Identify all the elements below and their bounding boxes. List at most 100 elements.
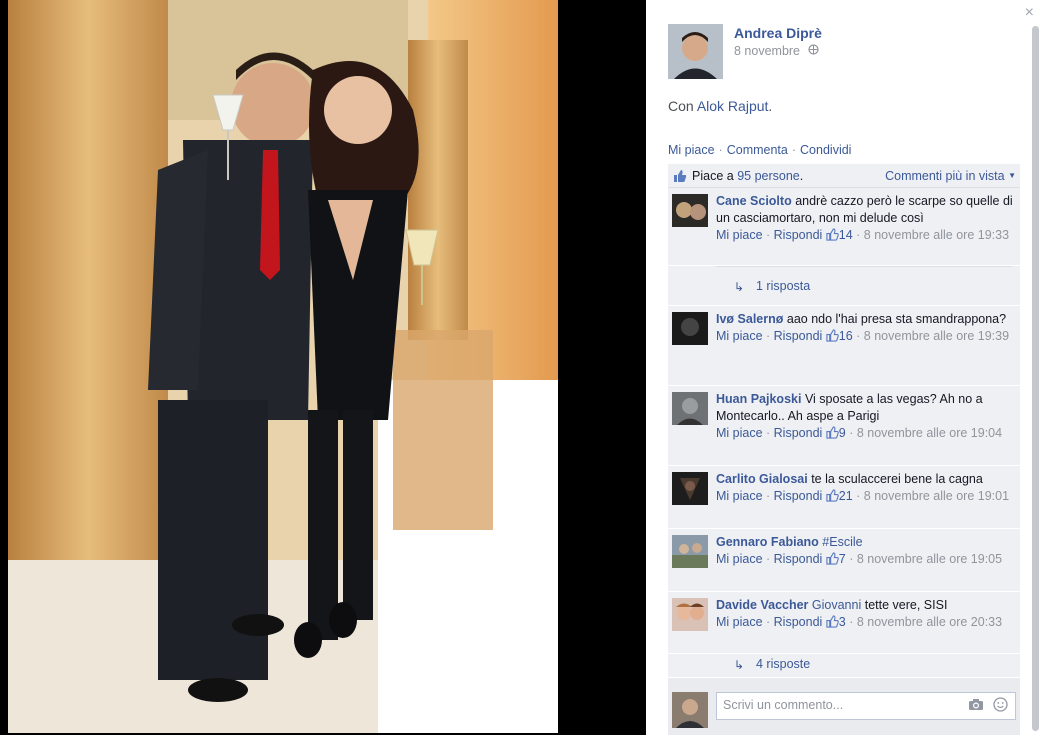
comment-date[interactable]: 8 novembre alle ore 19:04 — [857, 426, 1002, 440]
comment-reply-link[interactable]: Rispondi — [774, 552, 823, 566]
thumbs-up-icon — [826, 329, 839, 347]
commenter-avatar[interactable] — [672, 598, 708, 631]
comment-item: Ivø Salernø aao ndo l'hai presa sta sman… — [668, 306, 1020, 386]
comment-meta: Mi piace · Rispondi 21 · 8 novembre alle… — [716, 488, 1014, 507]
comment-reply-link[interactable]: Rispondi — [774, 228, 823, 242]
comment-like-link[interactable]: Mi piace — [716, 426, 763, 440]
commenter-name[interactable]: Carlito Gialosai — [716, 472, 808, 486]
scrollbar[interactable] — [1032, 26, 1039, 731]
comment-text: te la sculaccerei bene la cagna — [811, 472, 983, 486]
photo-stage — [0, 0, 646, 735]
reply-arrow-icon: ↳ — [734, 658, 745, 672]
thumbs-up-icon — [673, 169, 687, 186]
tagged-with: Con Alok Rajput. — [668, 98, 772, 114]
comment-meta: Mi piace · Rispondi 14 · 8 novembre alle… — [716, 227, 1014, 246]
comment-like-link[interactable]: Mi piace — [716, 329, 763, 343]
likes-suffix: . — [799, 169, 804, 183]
comment-date[interactable]: 8 novembre alle ore 19:01 — [864, 489, 1009, 503]
likes-summary: Piace a 95 persone. Commenti più in vist… — [668, 164, 1020, 188]
commenter-avatar[interactable] — [672, 392, 708, 425]
likes-text: Piace a 95 persone. — [692, 169, 803, 183]
comment-like-count[interactable]: 14 — [839, 228, 853, 242]
replies-count-link[interactable]: 1 risposta — [756, 279, 810, 293]
scrollbar-thumb[interactable] — [1032, 26, 1039, 731]
commenter-name[interactable]: Huan Pajkoski — [716, 392, 801, 406]
commenter-avatar[interactable] — [672, 472, 708, 505]
thumbs-up-icon — [826, 489, 839, 507]
likes-prefix: Piace a — [692, 169, 734, 183]
comment-like-count[interactable]: 3 — [839, 615, 846, 629]
post-panel: × Andrea Diprè 8 novembre Con Alok Rajpu… — [646, 0, 1042, 735]
globe-icon — [807, 44, 819, 58]
comment-like-count[interactable]: 21 — [839, 489, 853, 503]
comment-item: Huan Pajkoski Vi sposate a las vegas? Ah… — [668, 386, 1020, 466]
comment-like-count[interactable]: 16 — [839, 329, 853, 343]
comment-item: Cane Sciolto andrè cazzo però le scarpe … — [668, 188, 1020, 266]
comment-reply-link[interactable]: Rispondi — [774, 489, 823, 503]
like-post-link[interactable]: Mi piace — [668, 143, 715, 157]
replies-link-row[interactable]: ↳ 4 risposte — [668, 654, 1020, 678]
comment-text: aao ndo l'hai presa sta smandrappona? — [786, 312, 1007, 326]
comment-text[interactable]: #Escile — [822, 535, 862, 549]
comment-meta: Mi piace · Rispondi 7 · 8 novembre alle … — [716, 551, 1014, 570]
likes-count-link[interactable]: 95 persone — [737, 169, 800, 183]
comment-reply-link[interactable]: Rispondi — [774, 426, 823, 440]
comment-item: Carlito Gialosai te la sculaccerei bene … — [668, 466, 1020, 529]
commenter-name[interactable]: Davide Vaccher — [716, 598, 808, 612]
author-name[interactable]: Andrea Diprè — [734, 25, 822, 41]
comment-meta: Mi piace · Rispondi 3 · 8 novembre alle … — [716, 614, 1014, 633]
post-date: 8 novembre — [734, 44, 819, 58]
author-avatar[interactable] — [668, 24, 723, 79]
replies-link-row[interactable]: ↳ 1 risposta — [668, 266, 1020, 306]
current-user-avatar — [672, 692, 708, 728]
comment-post-link[interactable]: Commenta — [727, 143, 788, 157]
thumbs-up-icon — [826, 426, 839, 444]
comment-reply-link[interactable]: Rispondi — [774, 615, 823, 629]
commenter-name[interactable]: Cane Sciolto — [716, 194, 792, 208]
comment-reply-link[interactable]: Rispondi — [774, 329, 823, 343]
photo-illustration — [8, 0, 558, 733]
share-post-link[interactable]: Condividi — [800, 143, 851, 157]
emoji-icon[interactable] — [993, 697, 1008, 715]
camera-icon[interactable] — [968, 698, 984, 714]
comment-meta: Mi piace · Rispondi 9 · 8 novembre alle … — [716, 425, 1014, 444]
action-separator: · — [791, 143, 797, 157]
thumbs-up-icon — [826, 228, 839, 246]
commenter-avatar[interactable] — [672, 194, 708, 227]
action-separator: · — [718, 143, 723, 157]
comment-date[interactable]: 8 novembre alle ore 20:33 — [857, 615, 1002, 629]
comment-like-link[interactable]: Mi piace — [716, 615, 763, 629]
comment-item: Gennaro Fabiano #Escile Mi piace · Rispo… — [668, 529, 1020, 592]
comment-like-link[interactable]: Mi piace — [716, 228, 763, 242]
close-icon[interactable]: × — [1025, 4, 1034, 22]
tagged-user-link[interactable]: Giovanni — [812, 598, 861, 612]
post-photo[interactable] — [8, 0, 558, 733]
comment-like-count[interactable]: 7 — [839, 552, 846, 566]
comment-like-link[interactable]: Mi piace — [716, 489, 763, 503]
comment-like-link[interactable]: Mi piace — [716, 552, 763, 566]
replies-divider — [716, 266, 1012, 267]
with-suffix: . — [768, 98, 773, 114]
chevron-down-icon: ▼ — [1008, 171, 1016, 180]
commenter-avatar[interactable] — [672, 535, 708, 568]
post-actions: Mi piace · Commenta · Condividi — [668, 143, 851, 157]
comment-date[interactable]: 8 novembre alle ore 19:33 — [864, 228, 1009, 242]
comment-composer: Scrivi un commento... — [668, 686, 1020, 735]
with-prefix: Con — [668, 98, 694, 114]
sort-label: Commenti più in vista — [885, 169, 1005, 183]
author-avatar-image — [668, 24, 723, 79]
comments-section: Piace a 95 persone. Commenti più in vist… — [668, 164, 1020, 735]
commenter-name[interactable]: Ivø Salernø — [716, 312, 783, 326]
comment-sort-dropdown[interactable]: Commenti più in vista ▼ — [885, 169, 1016, 183]
commenter-name[interactable]: Gennaro Fabiano — [716, 535, 819, 549]
thumbs-up-icon — [826, 552, 839, 570]
tagged-person-link[interactable]: Alok Rajput — [697, 98, 769, 114]
comment-like-count[interactable]: 9 — [839, 426, 846, 440]
comment-text: tette vere, SISI — [864, 598, 948, 612]
comment-date[interactable]: 8 novembre alle ore 19:39 — [864, 329, 1009, 343]
replies-count-link[interactable]: 4 risposte — [756, 657, 810, 671]
post-date-text[interactable]: 8 novembre — [734, 44, 800, 58]
comment-date[interactable]: 8 novembre alle ore 19:05 — [857, 552, 1002, 566]
thumbs-up-icon — [826, 615, 839, 633]
commenter-avatar[interactable] — [672, 312, 708, 345]
